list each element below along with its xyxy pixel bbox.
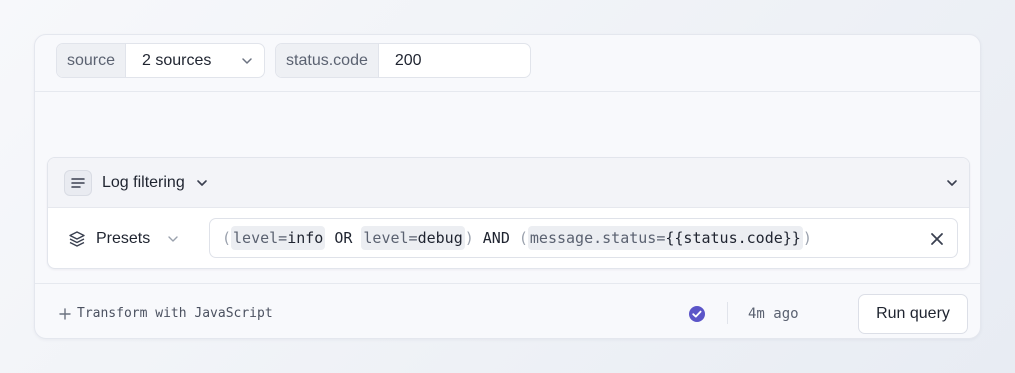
status-code-variable[interactable]: status.code 200 <box>275 43 531 78</box>
operator-or: OR <box>334 229 353 247</box>
query-token: level=info <box>231 226 326 250</box>
transform-label: Transform with JavaScript <box>77 306 273 321</box>
source-select[interactable]: 2 sources <box>126 44 264 77</box>
panel-title: Log filtering <box>102 173 185 191</box>
source-select-value: 2 sources <box>142 51 212 69</box>
token-key: message.status= <box>529 229 666 247</box>
plus-icon <box>59 307 71 320</box>
title-chevron-down-icon[interactable] <box>195 176 209 190</box>
close-icon[interactable] <box>929 231 945 247</box>
query-input[interactable]: ( level=info OR level=debug ) AND ( mess… <box>209 218 958 258</box>
list-icon <box>64 169 92 196</box>
transform-js-button[interactable]: Transform with JavaScript <box>59 306 273 321</box>
token-key: level= <box>233 229 288 247</box>
chevron-down-icon <box>242 57 252 64</box>
token-key: level= <box>363 229 418 247</box>
layers-icon <box>69 231 85 247</box>
panel-header[interactable]: Log filtering <box>48 158 969 208</box>
collapse-chevron-icon[interactable] <box>945 176 959 190</box>
token-value: {{status.code}} <box>665 229 801 247</box>
run-query-button[interactable]: Run query <box>858 294 968 334</box>
divider <box>35 91 980 92</box>
presets-dropdown[interactable]: Presets <box>68 230 208 248</box>
footer-divider <box>727 302 728 324</box>
source-variable-label: source <box>57 44 127 77</box>
token-value: info <box>287 229 324 247</box>
source-variable[interactable]: source 2 sources <box>56 43 266 78</box>
log-filtering-panel: Log filtering Presets ( level=info OR le… <box>47 157 970 269</box>
open-paren: ( <box>222 229 232 247</box>
last-run-time: 4m ago <box>748 306 799 322</box>
query-token: message.status={{status.code}} <box>527 226 803 250</box>
operator-and: AND <box>482 229 510 247</box>
presets-chevron-down-icon <box>168 236 178 242</box>
close-paren: ) <box>464 229 474 247</box>
presets-label: Presets <box>96 230 151 247</box>
token-value: debug <box>417 229 463 247</box>
status-code-variable-label: status.code <box>276 44 379 77</box>
panel-body: Presets ( level=info OR level=debug ) AN… <box>48 208 969 268</box>
footer: Transform with JavaScript 4m ago Run que… <box>35 284 980 340</box>
query-token: level=debug <box>361 226 465 250</box>
variables-bar: source 2 sources status.code 200 <box>56 43 531 79</box>
close-paren: ) <box>802 229 812 247</box>
query-card: source 2 sources status.code 200 Log fil… <box>34 34 981 339</box>
status-code-input[interactable]: 200 <box>379 44 530 77</box>
open-paren: ( <box>518 229 528 247</box>
check-circle-icon <box>689 306 705 322</box>
